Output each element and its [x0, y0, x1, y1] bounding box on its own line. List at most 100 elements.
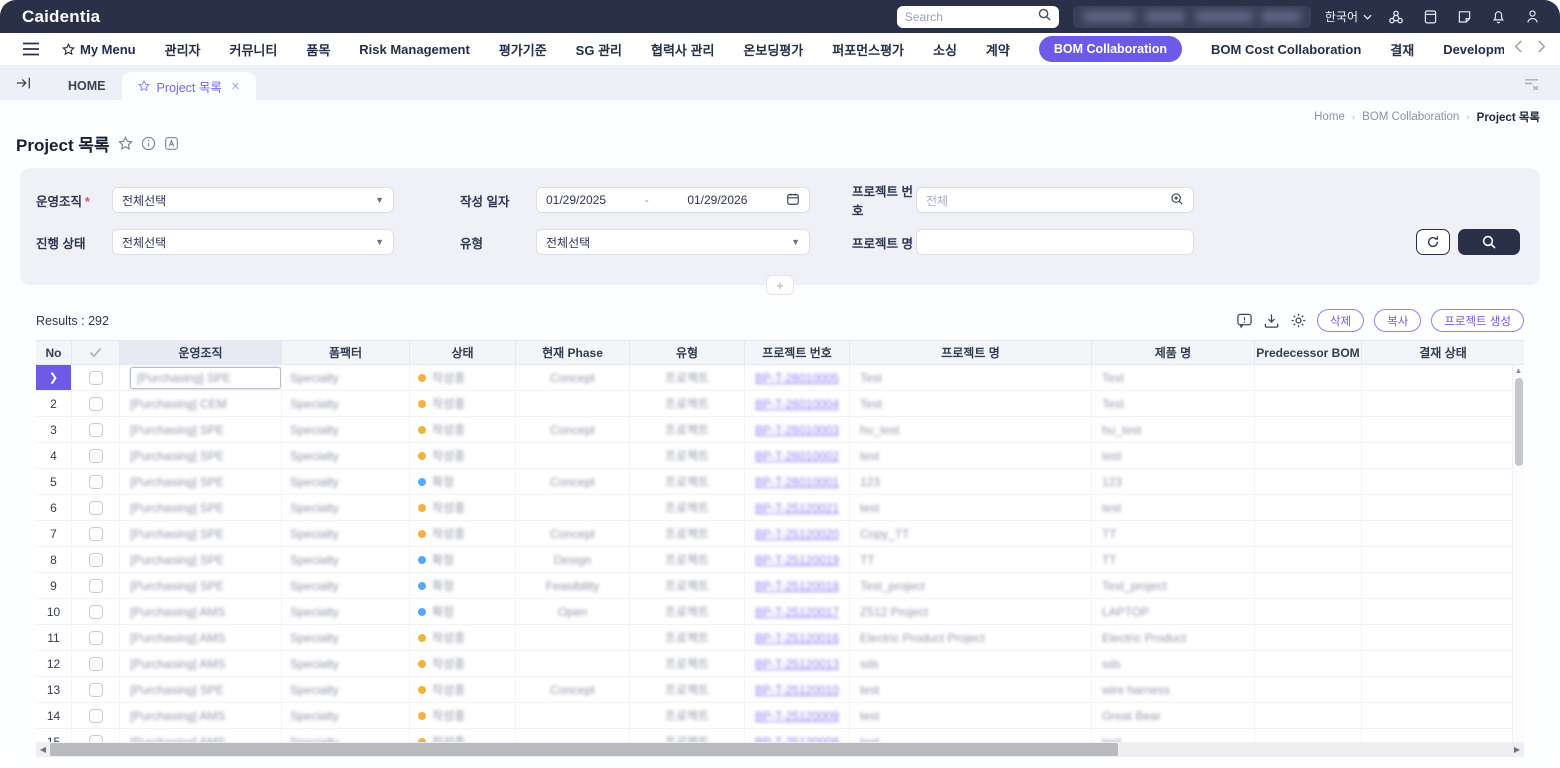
info-icon[interactable] — [141, 136, 156, 151]
breadcrumb-section[interactable]: BOM Collaboration — [1362, 111, 1459, 123]
checkbox-icon[interactable] — [88, 682, 103, 697]
col-status[interactable]: 상태 — [410, 341, 516, 364]
org-chart-icon[interactable] — [1386, 7, 1406, 27]
col-no[interactable]: No — [36, 341, 72, 364]
project-number-link[interactable]: BP-T-25120018 — [755, 579, 839, 593]
row-checkbox[interactable] — [72, 469, 120, 494]
breadcrumb-home[interactable]: Home — [1314, 111, 1345, 123]
table-row[interactable]: 14 [Purchasing] AMS Specialty 작성중 프로젝트 B… — [36, 703, 1524, 729]
filter-date-range[interactable]: 01/29/2025 - 01/29/2026 — [536, 187, 810, 213]
project-number-link[interactable]: BP-T-25120013 — [755, 657, 839, 671]
project-number-link[interactable]: BP-T-25120009 — [755, 709, 839, 723]
row-checkbox[interactable] — [72, 365, 120, 390]
project-number-link[interactable]: BP-T-26010004 — [755, 397, 839, 411]
close-tab-icon[interactable]: ✕ — [231, 80, 240, 93]
checkbox-icon[interactable] — [88, 474, 103, 489]
cell-editor[interactable]: [Purchasing] SPE — [130, 366, 281, 389]
checkbox-icon[interactable] — [88, 656, 103, 671]
nav-item-development[interactable]: Development — [1443, 42, 1504, 57]
copy-button[interactable]: 복사 — [1374, 309, 1422, 332]
date-to-value[interactable]: 01/29/2026 — [687, 193, 747, 207]
row-checkbox[interactable] — [72, 599, 120, 624]
row-checkbox[interactable] — [72, 729, 120, 742]
gear-icon[interactable] — [1290, 312, 1307, 329]
checkbox-icon[interactable] — [88, 370, 103, 385]
filter-name-field[interactable] — [926, 235, 1184, 249]
checkbox-icon[interactable] — [88, 552, 103, 567]
collapse-tabs-icon[interactable] — [16, 76, 32, 90]
col-approval-status[interactable]: 결재 상태 — [1362, 341, 1524, 364]
project-number-link[interactable]: BP-T-26010003 — [755, 423, 839, 437]
nav-item-bom-collaboration[interactable]: BOM Collaboration — [1038, 36, 1183, 62]
filter-number-input[interactable]: 전체 — [916, 187, 1194, 213]
language-selector[interactable]: 한국어 — [1325, 8, 1372, 25]
nav-scroll-right-icon[interactable] — [1537, 40, 1546, 58]
checkbox-icon[interactable] — [88, 422, 103, 437]
project-number-link[interactable]: BP-T-25120008 — [755, 735, 839, 743]
bell-icon[interactable] — [1488, 7, 1508, 27]
nav-scroll-left-icon[interactable] — [1514, 40, 1523, 58]
table-row[interactable]: 5 [Purchasing] SPE Specialty 확정 Concept … — [36, 469, 1524, 495]
user-icon[interactable] — [1522, 7, 1542, 27]
checkbox-icon[interactable] — [88, 604, 103, 619]
filter-status-select[interactable]: 전체선택 ▼ — [112, 229, 394, 255]
filter-name-input[interactable] — [916, 229, 1194, 255]
project-number-link[interactable]: BP-T-25120017 — [755, 605, 839, 619]
nav-item-협력사-관리[interactable]: 협력사 관리 — [651, 40, 714, 59]
vertical-scroll-thumb[interactable] — [1514, 378, 1523, 466]
checkbox-icon[interactable] — [88, 526, 103, 541]
checkbox-icon[interactable] — [88, 448, 103, 463]
col-form-factor[interactable]: 폼팩터 — [282, 341, 410, 364]
filter-org-select[interactable]: 전체선택 ▼ — [112, 187, 394, 213]
create-project-button[interactable]: 프로젝트 생성 — [1431, 309, 1524, 332]
table-row[interactable]: 9 [Purchasing] SPE Specialty 확정 Feasibil… — [36, 573, 1524, 599]
menu-hamburger-icon[interactable] — [22, 42, 40, 56]
checkbox-icon[interactable] — [88, 396, 103, 411]
nav-item-결재[interactable]: 결재 — [1390, 40, 1414, 59]
col-project-number[interactable]: 프로젝트 번호 — [745, 341, 850, 364]
project-number-link[interactable]: BP-T-26010005 — [755, 371, 839, 385]
table-row[interactable]: 8 [Purchasing] SPE Specialty 확정 Design 프… — [36, 547, 1524, 573]
table-row[interactable]: 15 [Purchasing] AMS Specialty 작성중 프로젝트 B… — [36, 729, 1524, 742]
nav-item-품목[interactable]: 품목 — [306, 40, 330, 59]
col-predecessor-bom[interactable]: Predecessor BOM — [1255, 341, 1362, 364]
project-number-link[interactable]: BP-T-25120019 — [755, 553, 839, 567]
row-checkbox[interactable] — [72, 391, 120, 416]
nav-item-관리자[interactable]: 관리자 — [165, 40, 201, 59]
row-checkbox[interactable] — [72, 521, 120, 546]
project-number-link[interactable]: BP-T-25120010 — [755, 683, 839, 697]
table-row[interactable]: 4 [Purchasing] SPE Specialty 작성중 프로젝트 BP… — [36, 443, 1524, 469]
project-number-link[interactable]: BP-T-26010002 — [755, 449, 839, 463]
checkbox-icon[interactable] — [88, 708, 103, 723]
project-number-link[interactable]: BP-T-25120016 — [755, 631, 839, 645]
project-number-link[interactable]: BP-T-25120020 — [755, 527, 839, 541]
nav-item-커뮤니티[interactable]: 커뮤니티 — [230, 40, 278, 59]
table-row[interactable]: ❯ [Purchasing] SPE Specialty 작성중 Concept… — [36, 365, 1524, 391]
row-checkbox[interactable] — [72, 573, 120, 598]
favorite-star-icon[interactable] — [117, 136, 133, 151]
close-all-tabs-icon[interactable] — [1523, 77, 1540, 90]
row-checkbox[interactable] — [72, 417, 120, 442]
col-product-name[interactable]: 제품 명 — [1092, 341, 1255, 364]
delete-button[interactable]: 삭제 — [1316, 309, 1365, 332]
tooltip-icon[interactable] — [1236, 312, 1253, 329]
row-checkbox[interactable] — [72, 495, 120, 520]
vertical-scrollbar[interactable]: ▲ — [1512, 365, 1524, 742]
row-checkbox[interactable] — [72, 651, 120, 676]
table-row[interactable]: 7 [Purchasing] SPE Specialty 작성중 Concept… — [36, 521, 1524, 547]
nav-item-my-menu[interactable]: My Menu — [62, 42, 136, 57]
date-from-value[interactable]: 01/29/2025 — [546, 193, 606, 207]
filter-type-select[interactable]: 전체선택 ▼ — [536, 229, 810, 255]
table-row[interactable]: 10 [Purchasing] AMS Specialty 확정 Open 프로… — [36, 599, 1524, 625]
global-search-input[interactable] — [904, 9, 1032, 24]
row-checkbox[interactable] — [72, 443, 120, 468]
table-row[interactable]: 13 [Purchasing] SPE Specialty 작성중 Concep… — [36, 677, 1524, 703]
scroll-up-arrow[interactable]: ▲ — [1515, 367, 1523, 375]
tab-project-list[interactable]: Project 목록 ✕ — [121, 72, 257, 100]
nav-item-risk-management[interactable]: Risk Management — [359, 42, 470, 57]
scroll-left-arrow[interactable]: ◀ — [36, 745, 50, 754]
row-checkbox[interactable] — [72, 547, 120, 572]
col-phase[interactable]: 현재 Phase — [516, 341, 630, 364]
table-row[interactable]: 12 [Purchasing] AMS Specialty 작성중 프로젝트 B… — [36, 651, 1524, 677]
row-checkbox[interactable] — [72, 625, 120, 650]
